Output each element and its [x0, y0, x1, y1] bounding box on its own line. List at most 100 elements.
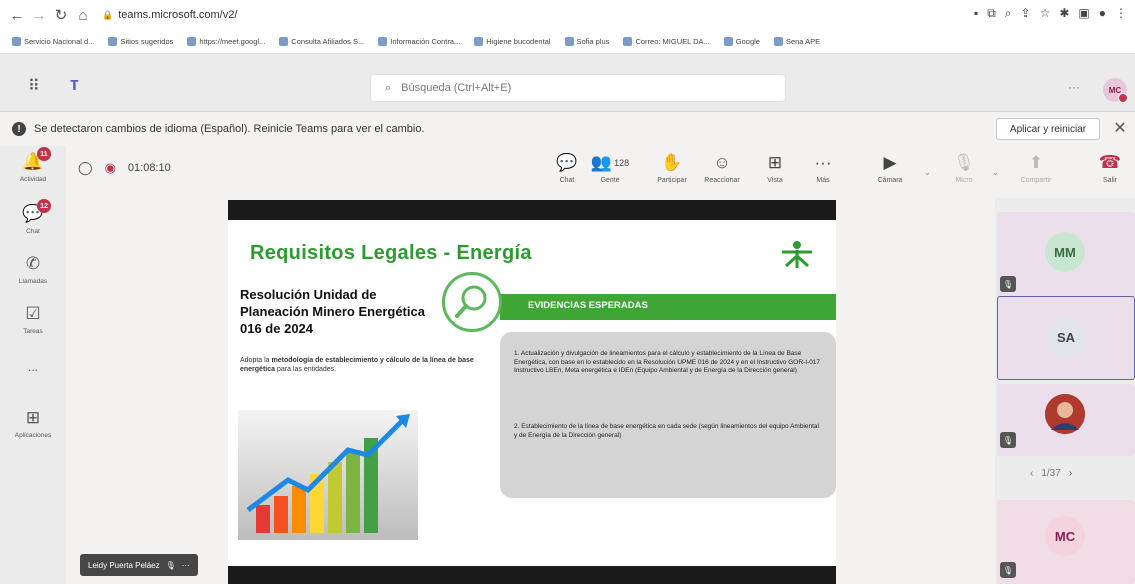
- app-launcher-icon[interactable]: ⠿: [28, 76, 40, 96]
- notification-text: Se detectaron cambios de idioma (Español…: [34, 123, 425, 135]
- participant-tile[interactable]: SA: [997, 296, 1135, 380]
- bookmark-icon: [108, 37, 118, 46]
- slide-letterbox-top: [228, 200, 836, 220]
- user-avatar[interactable]: MC: [1103, 78, 1128, 103]
- add-app-icon: ⊞: [25, 408, 41, 427]
- app-rail: 🔔 11 Actividad 💬 12 Chat ✆ Llamadas ☑ Tare…: [0, 146, 66, 584]
- raise-hand-button[interactable]: ✋ Participar: [652, 152, 692, 184]
- sidepanel-icon[interactable]: ▣: [1078, 6, 1089, 21]
- participant-tile[interactable]: MC 🎙: [997, 500, 1135, 584]
- mic-button[interactable]: 🎙 Micro: [944, 152, 984, 184]
- extensions-icon[interactable]: ✱: [1059, 6, 1069, 21]
- bookmark-icon: [623, 37, 633, 46]
- chevron-down-icon[interactable]: ⌄: [924, 168, 931, 177]
- mic-off-icon: 🎙: [953, 153, 975, 172]
- bell-icon: 🔔 11: [22, 147, 51, 172]
- url-text: teams.microsoft.com/v2/: [118, 9, 238, 21]
- participant-avatar: MM: [1045, 232, 1085, 272]
- search-input[interactable]: ⌕ Búsqueda (Ctrl+Alt+E): [370, 74, 786, 102]
- bookmark[interactable]: https://meet.googl...: [187, 37, 265, 46]
- bookmark[interactable]: Sitios sugeridos: [108, 37, 173, 46]
- participant-photo: [1045, 394, 1085, 434]
- camera-button[interactable]: ▶ Cámara: [870, 152, 910, 184]
- chat-icon: 💬: [556, 153, 578, 172]
- rail-item-more[interactable]: ...: [0, 360, 66, 374]
- bookmark-icon: [474, 37, 484, 46]
- share-button[interactable]: ⬆ Compartir: [1016, 152, 1056, 184]
- star-icon[interactable]: ☆: [1040, 6, 1051, 21]
- leave-button[interactable]: ☎ Salir: [1088, 152, 1132, 184]
- bookmark[interactable]: Servicio Nacional d...: [12, 37, 94, 46]
- bookmark[interactable]: Correo: MIGUEL DA...: [623, 37, 710, 46]
- sena-logo: [780, 240, 814, 277]
- chat-icon: 💬 12: [22, 199, 51, 224]
- view-button[interactable]: ⊞ Vista: [755, 152, 795, 184]
- bookmark[interactable]: Información Contra...: [378, 37, 460, 46]
- people-button[interactable]: 👥 128 Gente: [590, 152, 630, 184]
- chevron-right-icon[interactable]: ›: [1069, 468, 1072, 479]
- presenter-name-tag: Leidy Puerta Peláez 🎙 ···: [80, 554, 198, 576]
- chat-button[interactable]: 💬 Chat: [547, 152, 587, 184]
- shared-slide: Requisitos Legales - Energía Resolución …: [228, 200, 836, 584]
- bookmark[interactable]: Google: [723, 37, 760, 46]
- resolution-title: Resolución Unidad de Planeación Minero E…: [240, 287, 425, 336]
- participant-avatar: SA: [1046, 317, 1086, 357]
- bookmark[interactable]: Sofia plus: [564, 37, 609, 46]
- menu-icon[interactable]: ⋮: [1115, 6, 1127, 21]
- resolution-description: Adopta la metodología de establecimiento…: [240, 357, 474, 373]
- install-icon[interactable]: ⧉: [987, 6, 996, 21]
- more-button[interactable]: ··· Más: [803, 152, 843, 184]
- share-icon[interactable]: ⇪: [1021, 6, 1031, 21]
- bookmark[interactable]: Consulta Afiliados S...: [279, 37, 364, 46]
- rail-item-calls[interactable]: ✆ Llamadas: [0, 254, 66, 285]
- mic-muted-icon: 🎙: [1000, 276, 1016, 292]
- apply-restart-button[interactable]: Aplicar y reiniciar: [996, 118, 1100, 140]
- reload-icon[interactable]: ↻: [50, 4, 72, 26]
- close-icon[interactable]: ✕: [1110, 118, 1130, 138]
- cast-icon[interactable]: ▪: [974, 6, 978, 21]
- zoom-icon[interactable]: ⌕: [1005, 6, 1012, 21]
- evidence-item: 1. Actualización y divulgación de lineam…: [514, 350, 821, 374]
- mic-muted-icon: 🎙: [1000, 432, 1016, 448]
- participant-pager: ‹ 1/37 ›: [1030, 468, 1073, 479]
- people-icon: 👥 128: [590, 153, 630, 172]
- participant-tile[interactable]: MM 🎙: [997, 212, 1135, 298]
- magnifier-glyph: [455, 285, 487, 318]
- browser-toolbar: ← → ↻ ⌂ 🔒 teams.microsoft.com/v2/ ▪ ⧉ ⌕ …: [0, 0, 1135, 30]
- growth-bars-graphic: [246, 414, 410, 533]
- shield-icon: ◯: [78, 160, 93, 175]
- more-icon[interactable]: ···: [182, 561, 190, 570]
- bookmark[interactable]: Higiene bucodental: [474, 37, 551, 46]
- language-notification: ! Se detectaron cambios de idioma (Españ…: [0, 114, 1135, 144]
- growth-chart-image: [238, 410, 418, 540]
- activity-badge: 11: [37, 147, 51, 161]
- participant-tile[interactable]: 🎙: [997, 384, 1135, 456]
- rail-item-tasks[interactable]: ☑ Tareas: [0, 304, 66, 335]
- address-bar[interactable]: 🔒 teams.microsoft.com/v2/: [102, 4, 237, 26]
- more-options-icon[interactable]: ···: [1068, 80, 1080, 94]
- smile-icon: ☺: [713, 153, 731, 172]
- rail-item-chat[interactable]: 💬 12 Chat: [0, 199, 66, 235]
- home-icon[interactable]: ⌂: [72, 4, 94, 26]
- profile-icon[interactable]: ●: [1099, 6, 1106, 21]
- search-icon: ⌕: [385, 81, 392, 94]
- more-icon: ···: [814, 153, 832, 172]
- magnifier-icon: [442, 272, 502, 332]
- chevron-left-icon[interactable]: ‹: [1030, 468, 1033, 479]
- rail-item-apps[interactable]: ⊞ Aplicaciones: [0, 408, 66, 439]
- rail-item-activity[interactable]: 🔔 11 Actividad: [0, 147, 66, 183]
- bookmark[interactable]: Sena APE: [773, 37, 820, 46]
- forward-icon[interactable]: →: [28, 4, 50, 26]
- search-placeholder: Búsqueda (Ctrl+Alt+E): [401, 82, 512, 94]
- back-icon[interactable]: ←: [6, 4, 28, 26]
- participant-avatar: MC: [1045, 516, 1085, 556]
- chat-badge: 12: [37, 199, 51, 213]
- react-button[interactable]: ☺ Reaccionar: [702, 152, 742, 184]
- evidence-label: EVIDENCIAS ESPERADAS: [528, 300, 648, 311]
- evidence-item: 2. Establecimiento de la línea de base e…: [514, 423, 819, 439]
- slide-letterbox-bottom: [228, 566, 836, 584]
- bookmark-icon: [773, 37, 783, 46]
- chevron-down-icon[interactable]: ⌄: [992, 168, 999, 177]
- bookmark-icon: [187, 37, 197, 46]
- slide-title: Requisitos Legales - Energía: [250, 242, 532, 264]
